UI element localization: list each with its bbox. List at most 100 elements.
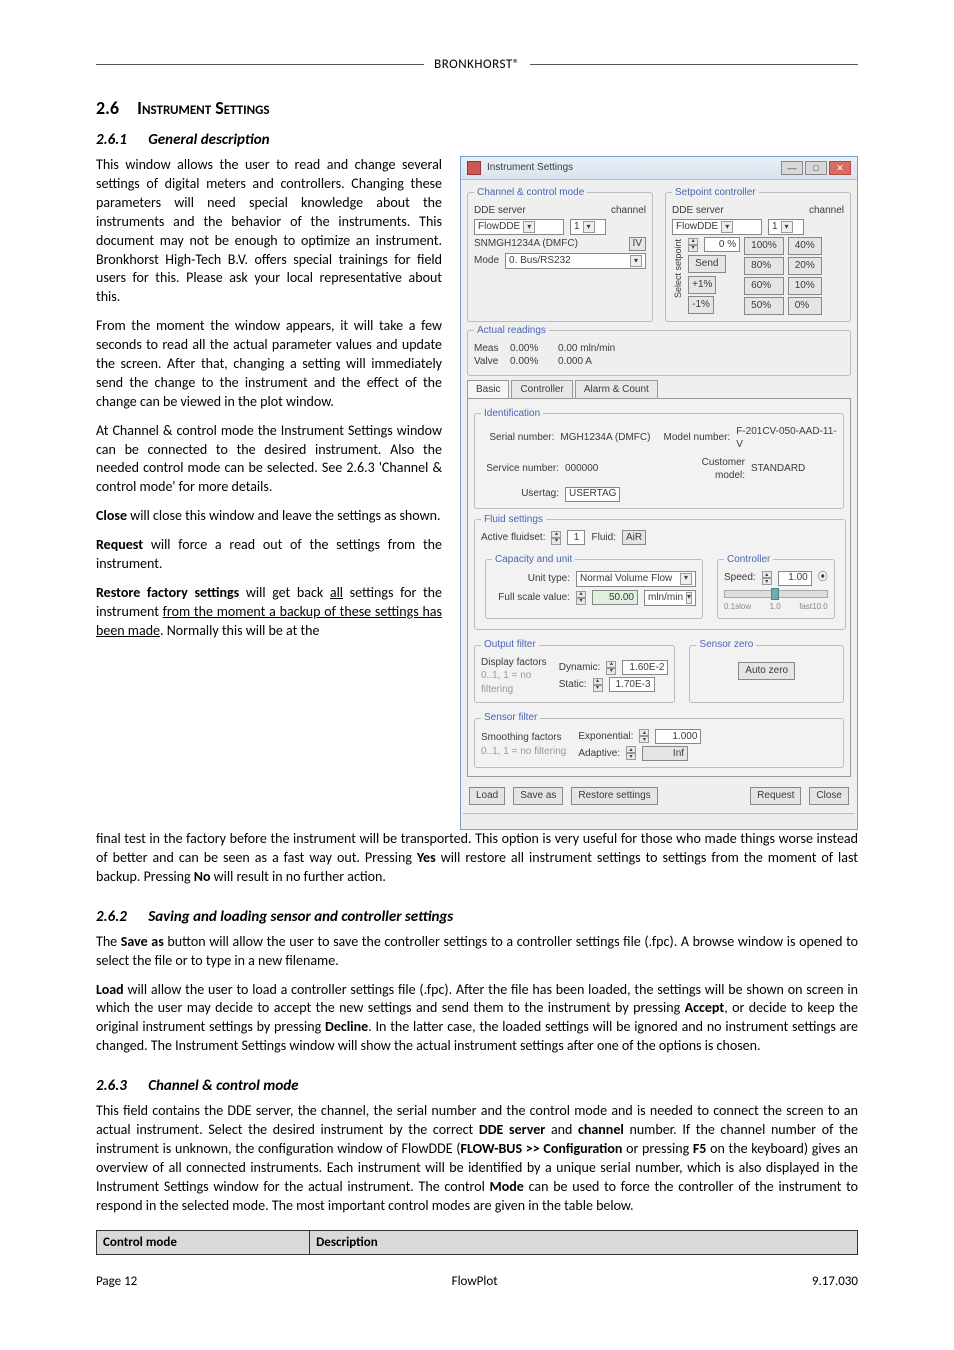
sp-60-button[interactable]: 60% <box>744 277 784 295</box>
p2: From the moment the window appears, it w… <box>96 317 442 411</box>
heading-2.6.2-title: Saving and loading sensor and controller… <box>148 908 453 926</box>
speed-value[interactable]: 1.00 <box>778 571 812 586</box>
output-filter-legend: Output filter <box>481 638 539 652</box>
exponential-value[interactable]: 1.000 <box>655 729 701 744</box>
speed-fast: fast10.0 <box>799 602 827 613</box>
p3: At Channel & control mode the Instrument… <box>96 422 442 498</box>
close-button[interactable]: Close <box>809 787 849 805</box>
unit-type-label: Unit type: <box>492 572 570 586</box>
fluid-name: AiR <box>622 530 646 545</box>
sn-label: Serial number: <box>481 431 554 445</box>
p6-cont: final test in the factory before the ins… <box>96 830 858 887</box>
auto-zero-button[interactable]: Auto zero <box>738 662 795 680</box>
minimize-button[interactable]: — <box>781 161 803 175</box>
screenshot-column: Instrument Settings — □ ✕ Channel & cont… <box>460 156 858 830</box>
speed-slider[interactable] <box>724 590 828 598</box>
channel-combo[interactable]: 1▾ <box>570 219 606 235</box>
heading-2.6.3: 2.6.3 Channel & control mode <box>96 1076 858 1096</box>
p7: The Save as button will allow the user t… <box>96 933 858 971</box>
sp-10-button[interactable]: 10% <box>788 277 822 295</box>
tab-alarm[interactable]: Alarm & Count <box>575 380 658 399</box>
sensor-filter-legend: Sensor filter <box>481 711 540 725</box>
close-icon[interactable]: ✕ <box>829 161 851 175</box>
sensor-filter-group: Sensor filter Smoothing factors0..1, 1 =… <box>474 711 844 768</box>
sp-20-button[interactable]: 20% <box>788 257 822 275</box>
minus1-button[interactable]: -1% <box>688 296 714 314</box>
save-as-button[interactable]: Save as <box>513 787 563 805</box>
control-mode-table: Control mode Description <box>96 1230 858 1256</box>
controller-group: Controller Speed:▴▾1.00⦿ 0.1slow1.0fast1… <box>717 553 835 619</box>
speed-reset-icon[interactable]: ⦿ <box>818 571 828 585</box>
heading-2.6-num: 2.6 <box>96 97 119 119</box>
heading-2.6.3-num: 2.6.3 <box>96 1076 127 1096</box>
dynamic-value[interactable]: 1.60E-2 <box>622 660 668 675</box>
actual-readings-legend: Actual readings <box>474 324 549 338</box>
tab-controller[interactable]: Controller <box>511 380 572 399</box>
unit-type-combo[interactable]: Normal Volume Flow▾ <box>576 571 696 587</box>
fsv-unit-combo[interactable]: mln/min▾ <box>644 590 696 606</box>
tab-basic[interactable]: Basic <box>467 380 509 399</box>
dde-server-label: DDE server <box>474 204 605 218</box>
heading-2.6.3-title: Channel & control mode <box>148 1077 298 1095</box>
sp-0-button[interactable]: 0% <box>788 297 822 315</box>
p1: This window allows the user to read and … <box>96 156 442 307</box>
page-footer: Page 12 FlowPlot 9.17.030 <box>96 1273 858 1291</box>
footer-app: FlowPlot <box>452 1273 498 1291</box>
send-button[interactable]: Send <box>688 255 725 273</box>
brand-text: BRONKHORST® <box>434 56 520 74</box>
sp-50-button[interactable]: 50% <box>744 297 784 315</box>
meas-unit: 0.00 mln/min <box>558 342 615 356</box>
p9: This field contains the DDE server, the … <box>96 1102 858 1215</box>
active-fluidset-label: Active fluidset: <box>481 531 545 545</box>
sp-100-button[interactable]: 100% <box>744 237 784 255</box>
mode-combo[interactable]: 0. Bus/RS232▾ <box>505 253 646 269</box>
header-rule-left <box>96 64 424 65</box>
p6: Restore factory settings will get back a… <box>96 584 442 641</box>
iv-button[interactable]: IV <box>629 237 646 251</box>
actual-readings-group: Actual readings Meas0.00%0.00 mln/min Va… <box>467 324 851 376</box>
cust-label: Customer model: <box>671 456 745 483</box>
plus1-button[interactable]: +1% <box>688 276 716 294</box>
heading-2.6.1-num: 2.6.1 <box>96 130 127 150</box>
load-button[interactable]: Load <box>469 787 505 805</box>
controller-legend: Controller <box>724 553 773 567</box>
sp-dde-combo[interactable]: FlowDDE▾ <box>672 219 762 235</box>
heading-2.6.2-num: 2.6.2 <box>96 907 127 927</box>
setpoint-value[interactable]: 0 % <box>704 237 740 252</box>
dynamic-label: Dynamic: <box>559 661 601 675</box>
display-factors-label: Display factors <box>481 656 553 670</box>
dde-server-combo[interactable]: FlowDDE▾ <box>474 219 564 235</box>
smoothing-factors-label: Smoothing factors <box>481 731 566 745</box>
p5: Request will force a read out of the set… <box>96 536 442 574</box>
th-control-mode: Control mode <box>97 1230 310 1255</box>
p4-close: Close <box>96 507 127 524</box>
usertag-input[interactable]: USERTAG <box>565 487 620 502</box>
sp-40-button[interactable]: 40% <box>788 237 822 255</box>
static-value[interactable]: 1.70E-3 <box>609 677 655 692</box>
p8: Load will allow the user to load a contr… <box>96 981 858 1057</box>
sp-80-button[interactable]: 80% <box>744 257 784 275</box>
heading-2.6-title: Instrument Settings <box>137 97 269 119</box>
restore-settings-button[interactable]: Restore settings <box>571 787 657 805</box>
setpoint-legend: Setpoint controller <box>672 186 759 200</box>
identification-group: Identification Serial number:MGH1234A (D… <box>474 407 844 509</box>
sp-channel-combo[interactable]: 1▾ <box>768 219 804 235</box>
sensor-zero-legend: Sensor zero <box>696 638 756 652</box>
maximize-button[interactable]: □ <box>805 161 827 175</box>
fsv-label: Full scale value: <box>492 591 570 605</box>
svc-label: Service number: <box>481 462 559 476</box>
p6-all: all <box>330 584 343 601</box>
sp-channel-label: channel <box>809 204 844 218</box>
setpoint-group: Setpoint controller DDE server channel F… <box>665 186 851 322</box>
active-fluidset-value[interactable]: 1 <box>567 530 585 545</box>
window-titlebar[interactable]: Instrument Settings — □ ✕ <box>461 157 857 180</box>
display-factors-hint: 0..1, 1 = no filtering <box>481 669 553 696</box>
channel-control-group: Channel & control mode DDE server channe… <box>467 186 653 322</box>
left-text-column: This window allows the user to read and … <box>96 156 442 830</box>
adaptive-label: Adaptive: <box>578 747 620 761</box>
valve-label: Valve <box>474 355 504 369</box>
request-button[interactable]: Request <box>750 787 801 805</box>
mn-label: Model number: <box>661 431 731 445</box>
serial-display: SNMGH1234A (DMFC) <box>474 237 623 251</box>
fsv-value[interactable]: 50.00 <box>592 590 638 605</box>
